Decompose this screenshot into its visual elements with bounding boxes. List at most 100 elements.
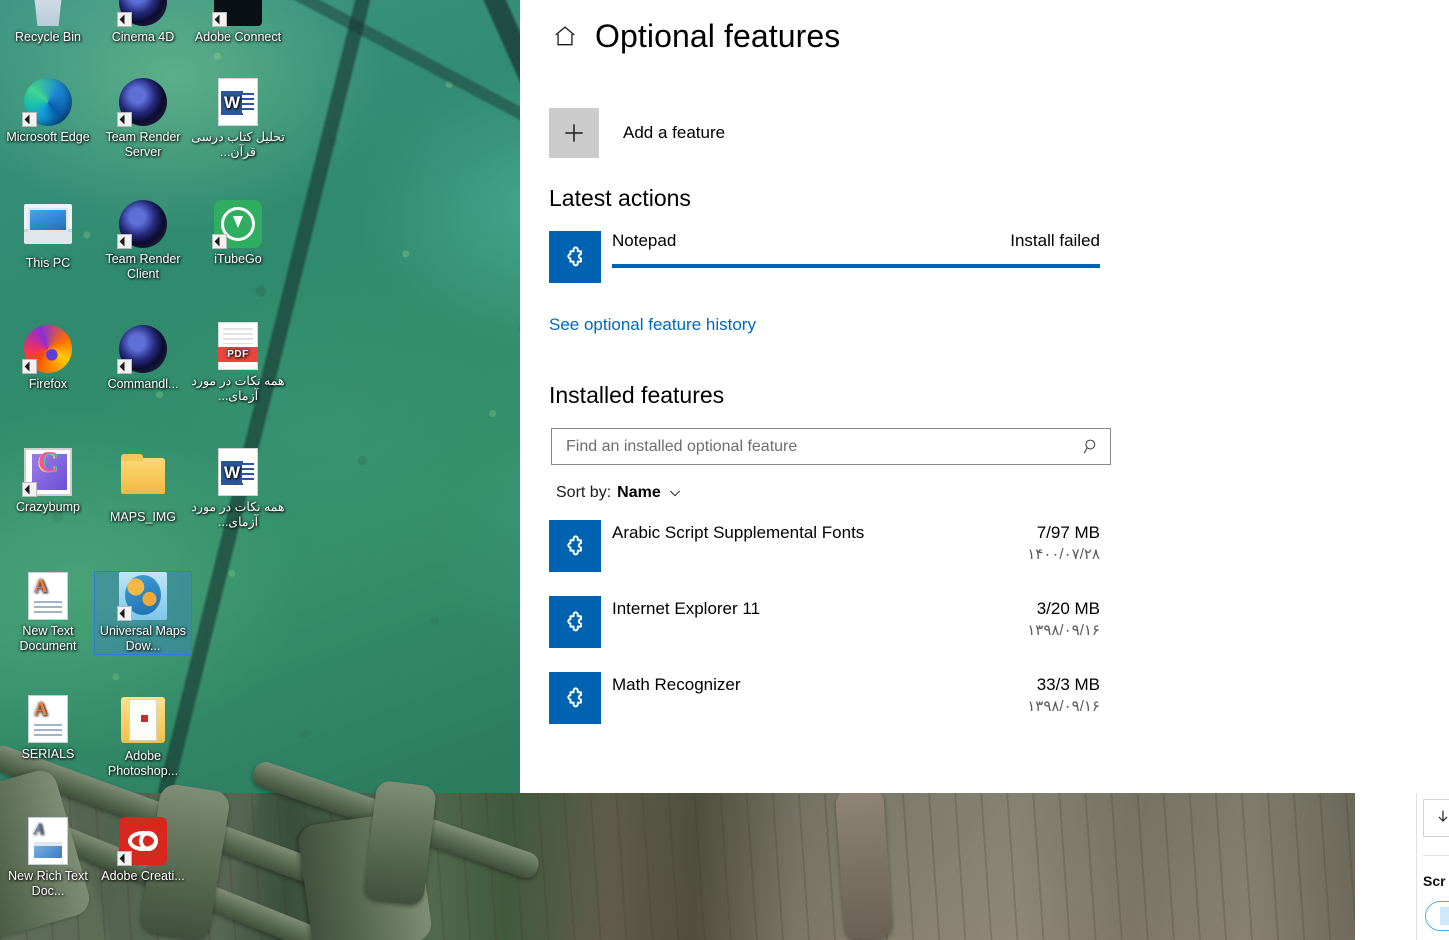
puzzle-piece-icon (549, 231, 601, 283)
screen: Recycle Bin Cinema 4D Adobe Connect Micr… (0, 0, 1449, 940)
desktop-icon-label: This PC (25, 256, 71, 270)
desktop-icon-label: Firefox (28, 377, 68, 391)
itubego-icon (212, 200, 262, 249)
word-document-icon (214, 78, 262, 126)
search-input[interactable] (551, 428, 1111, 465)
latest-actions-heading: Latest actions (549, 185, 691, 211)
text-document-icon (24, 572, 72, 620)
feature-name: Arabic Script Supplemental Fonts (612, 523, 865, 542)
desktop-icon-label: MAPS_IMG (110, 510, 176, 524)
feature-install-date: ۱۳۹۸/۰۹/۱۶ (1027, 698, 1100, 715)
desktop-icon-label: iTubeGo (214, 252, 262, 266)
shortcut-overlay-icon (117, 851, 132, 866)
desktop-icon-serials[interactable]: SERIALS (0, 695, 96, 762)
shortcut-overlay-icon (117, 12, 132, 27)
text-document-icon (24, 695, 72, 743)
desktop-icon-microsoft-edge[interactable]: Microsoft Edge (0, 78, 96, 145)
shortcut-overlay-icon (22, 359, 37, 374)
sort-by-label: Sort by: (556, 484, 612, 501)
desktop-icon-label: Crazybump (16, 500, 80, 514)
install-progress-bar (612, 264, 1100, 268)
desktop-icon-grid: Recycle Bin Cinema 4D Adobe Connect Micr… (0, 0, 300, 940)
rich-text-document-icon (24, 817, 72, 865)
search-box (551, 428, 1111, 465)
home-icon[interactable] (551, 22, 579, 50)
feature-install-date: ۱۳۹۸/۰۹/۱۶ (1027, 622, 1100, 639)
desktop-icon-label: Adobe Photoshop... (107, 749, 179, 778)
microsoft-edge-icon (22, 78, 72, 127)
recycle-bin-icon (24, 0, 72, 26)
shortcut-overlay-icon (212, 234, 227, 249)
desktop-icon-this-pc[interactable]: This PC (0, 200, 96, 271)
desktop-icon-label: Adobe Creati... (101, 869, 185, 883)
desktop-icon-label: Team Render Server (105, 130, 181, 159)
panel-divider (1423, 855, 1449, 856)
desktop-icon-team-render-server[interactable]: Team Render Server (95, 78, 191, 160)
feature-install-date: ۱۴۰۰/۰۷/۲۸ (1027, 546, 1100, 563)
search-icon[interactable] (1075, 428, 1107, 465)
desktop-icon-maps-img-folder[interactable]: MAPS_IMG (95, 450, 191, 525)
cinema-4d-icon (117, 0, 167, 27)
desktop-icon-label: Team Render Client (105, 252, 181, 281)
installed-features-list: Arabic Script Supplemental Fonts 7/97 MB… (520, 520, 1449, 724)
chevron-down-icon (667, 485, 683, 501)
download-icon[interactable] (1423, 799, 1449, 837)
shortcut-overlay-icon (117, 359, 132, 374)
desktop-icon-adobe-photoshop-folder[interactable]: Adobe Photoshop... (95, 695, 191, 779)
desktop-icon-adobe-connect[interactable]: Adobe Connect (190, 0, 286, 45)
desktop-icon-team-render-client[interactable]: Team Render Client (95, 200, 191, 282)
feature-size: 7/97 MB (1036, 523, 1100, 542)
feature-meta: 3/20 MB ۱۳۹۸/۰۹/۱۶ (1027, 596, 1100, 639)
add-a-feature-label: Add a feature (623, 123, 726, 142)
desktop-icon-commandline[interactable]: Commandl... (95, 325, 191, 392)
feature-list-item[interactable]: Arabic Script Supplemental Fonts 7/97 MB… (549, 520, 1100, 572)
word-document-icon (214, 448, 262, 496)
cinema-4d-icon (117, 325, 167, 374)
desktop-icon-label: Universal Maps Dow... (99, 624, 187, 653)
desktop-icon-label: New Text Document (19, 624, 77, 653)
feature-list-item[interactable]: Math Recognizer 33/3 MB ۱۳۹۸/۰۹/۱۶ (549, 672, 1100, 724)
feature-name: Math Recognizer (612, 675, 741, 694)
settings-window: Optional features Add a feature Latest a… (520, 0, 1449, 793)
feature-size: 3/20 MB (1036, 599, 1100, 618)
desktop-icon-word-quran-book[interactable]: تحلیل کتاب درسی قرآن... (190, 78, 286, 160)
feature-meta: 7/97 MB ۱۴۰۰/۰۷/۲۸ (1027, 520, 1100, 563)
desktop-icon-label: Microsoft Edge (6, 130, 90, 144)
shortcut-overlay-icon (22, 112, 37, 127)
shortcut-overlay-icon (117, 234, 132, 249)
desktop-icon-label: Commandl... (107, 377, 179, 391)
shortcut-overlay-icon (212, 12, 227, 27)
desktop-icon-universal-maps-downloader[interactable]: Universal Maps Dow... (94, 571, 192, 655)
action-status: Install failed (1010, 231, 1100, 250)
desktop-icon-recycle-bin[interactable]: Recycle Bin (0, 0, 96, 45)
desktop-icon-label: همه نکات در مورد آزمای... (191, 500, 285, 529)
desktop-icon-label: همه نکات در مورد آزمای... (191, 374, 285, 403)
adobe-connect-icon (212, 0, 262, 27)
desktop-icon-pdf-notes[interactable]: همه نکات در مورد آزمای... (190, 322, 286, 404)
desktop-icon-cinema-4d[interactable]: Cinema 4D (95, 0, 191, 45)
panel-section-label: Scr (1423, 873, 1446, 889)
desktop-icon-itubego[interactable]: iTubeGo (190, 200, 286, 267)
panel-toggle-control[interactable] (1425, 901, 1449, 931)
desktop-icon-label: تحلیل کتاب درسی قرآن... (191, 130, 285, 159)
desktop-icon-new-text-document[interactable]: New Text Document (0, 572, 96, 654)
sort-by-dropdown[interactable]: Sort by: Name (556, 484, 683, 502)
feature-list-item[interactable]: Internet Explorer 11 3/20 MB ۱۳۹۸/۰۹/۱۶ (549, 596, 1100, 648)
desktop-icon-label: New Rich Text Doc... (8, 869, 88, 898)
add-a-feature-button[interactable]: Add a feature (549, 108, 1449, 158)
pdf-document-icon (214, 322, 262, 370)
adobe-creative-cloud-icon (117, 817, 167, 866)
see-optional-feature-history-link[interactable]: See optional feature history (549, 315, 756, 335)
desktop-icon-label: Cinema 4D (111, 30, 175, 44)
desktop-icon-crazybump[interactable]: Crazybump (0, 448, 96, 515)
plus-icon (549, 108, 599, 158)
desktop-icon-adobe-creative-cloud[interactable]: Adobe Creati... (95, 817, 191, 884)
latest-action-row[interactable]: Notepad Install failed (549, 231, 1100, 283)
puzzle-piece-icon (549, 596, 601, 648)
desktop-icon-firefox[interactable]: Firefox (0, 325, 96, 392)
background-window-body (1355, 793, 1416, 940)
this-pc-icon (24, 204, 72, 252)
cinema-4d-icon (117, 78, 167, 127)
desktop-icon-new-rich-text-document[interactable]: New Rich Text Doc... (0, 817, 96, 899)
desktop-icon-word-notes[interactable]: همه نکات در مورد آزمای... (190, 448, 286, 530)
